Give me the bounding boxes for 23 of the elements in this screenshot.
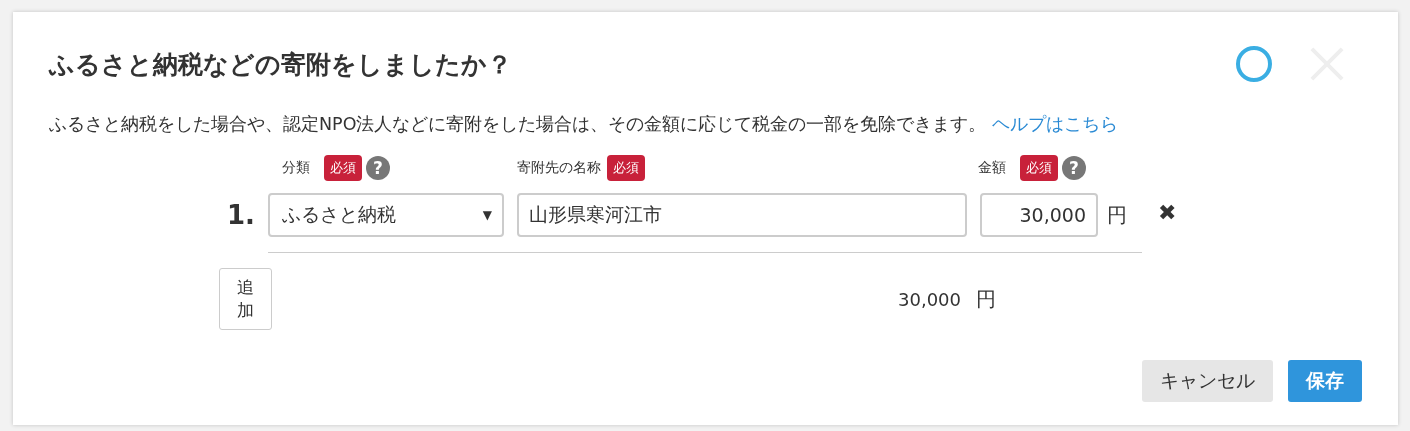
category-select[interactable]: ふるさと納税 ▼ [268,193,504,237]
help-link[interactable]: ヘルプはこちら [992,114,1119,134]
add-button[interactable]: 追加 [219,268,272,330]
required-badge: 必須 [1020,155,1058,181]
column-label: 寄附先の名称 [517,159,601,177]
amount-field[interactable]: 30,000 [980,193,1098,237]
column-label: 金額 [978,159,1006,177]
dialog-title: ふるさと納税などの寄附をしましたか？ [49,48,512,81]
row-number: 1. [226,200,255,230]
ring-icon [1236,46,1272,82]
unit-label: 円 [976,285,996,313]
total-amount: 30,000 [897,288,962,310]
required-badge: 必須 [324,155,362,181]
remove-icon[interactable]: ✖ [1158,199,1177,225]
help-icon[interactable]: ? [1062,156,1086,180]
cancel-button[interactable]: キャンセル [1142,360,1273,402]
column-label: 分類 [282,159,310,177]
help-icon[interactable]: ? [366,156,390,180]
required-badge: 必須 [607,155,645,181]
unit-label: 円 [1107,201,1127,229]
description-text: ふるさと納税をした場合や、認定NPO法人などに寄附をした場合は、その金額に応じて税金の一部を免除できます。 [49,114,987,134]
caret-icon: ▼ [482,208,492,222]
name-field[interactable]: 山形県寒河江市 [517,193,967,237]
